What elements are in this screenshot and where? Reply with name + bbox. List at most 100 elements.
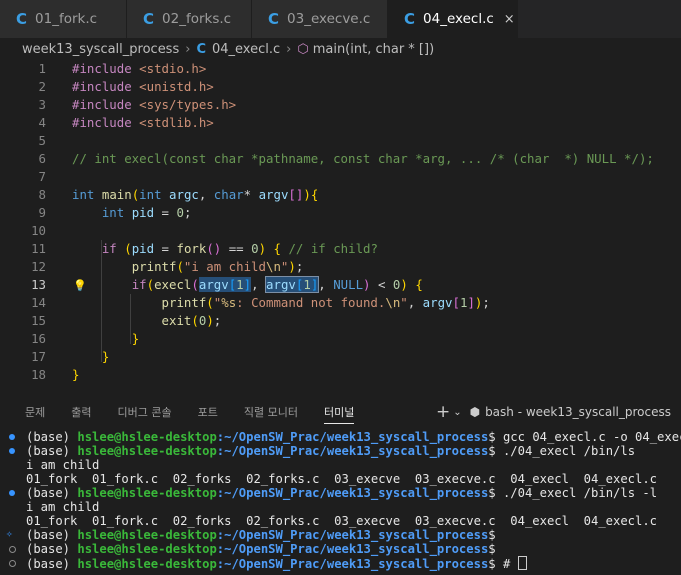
line-number: 9 <box>38 205 46 220</box>
code-line[interactable]: 14 printf("%s: Command not found.\n", ar… <box>0 294 681 312</box>
prompt-path: :~/OpenSW_Prac/week13_syscall_process <box>216 542 489 556</box>
indent-guide <box>101 240 102 362</box>
tab-label: 04_execl.c <box>423 11 494 27</box>
code-text: #include <unistd.h> <box>72 79 214 94</box>
code-line[interactable]: 7 <box>0 168 681 186</box>
command-pending-dot-icon[interactable] <box>9 546 16 553</box>
code-line[interactable]: 3 #include <sys/types.h> <box>0 96 681 114</box>
code-line[interactable]: 16 } <box>0 330 681 348</box>
terminal-line: 01_fork 01_fork.c 02_forks 02_forks.c 03… <box>0 514 681 528</box>
prompt-user: hslee@hslee-desktop <box>77 557 217 571</box>
line-number: 10 <box>31 223 46 238</box>
code-line[interactable]: 4 #include <stdlib.h> <box>0 114 681 132</box>
panel-tab[interactable]: 디버그 콘솔 <box>118 404 172 420</box>
line-number: 17 <box>31 349 46 364</box>
prompt-command: $ gcc 04_execl.c -o 04_execl <box>488 430 681 444</box>
tab-label: 02_forks.c <box>162 11 232 27</box>
code-text: #include <sys/types.h> <box>72 97 237 112</box>
command-success-dot-icon[interactable] <box>9 448 15 454</box>
line-number: 5 <box>38 133 46 148</box>
terminal-name[interactable]: bash - week13_syscall_process <box>485 405 671 419</box>
lightbulb-icon[interactable]: 💡 <box>73 277 87 295</box>
terminal-prompt: (base) hslee@hslee-desktop:~/OpenSW_Prac… <box>26 528 496 542</box>
code-line[interactable]: 17 } <box>0 348 681 366</box>
prompt-command: $ ./04_execl /bin/ls -l <box>488 486 658 500</box>
breadcrumb-folder[interactable]: week13_syscall_process <box>22 42 179 57</box>
panel-tab[interactable]: 포트 <box>198 404 218 420</box>
tab-02-forks[interactable]: C 02_forks.c <box>127 0 252 38</box>
code-editor[interactable]: 1 #include <stdio.h> 2 #include <unistd.h> 3… <box>0 60 681 390</box>
terminal-prompt: (base) hslee@hslee-desktop:~/OpenSW_Prac… <box>26 542 496 556</box>
terminal-shell-icon: ⬢ <box>469 405 481 419</box>
code-line[interactable]: 9 int pid = 0; <box>0 204 681 222</box>
prompt-user: hslee@hslee-desktop <box>77 430 217 444</box>
terminal-prompt: (base) hslee@hslee-desktop:~/OpenSW_Prac… <box>26 444 635 458</box>
terminal-prompt: (base) hslee@hslee-desktop:~/OpenSW_Prac… <box>26 556 527 571</box>
terminal-line: (base) hslee@hslee-desktop:~/OpenSW_Prac… <box>0 556 681 571</box>
prompt-path: :~/OpenSW_Prac/week13_syscall_process <box>216 557 489 571</box>
chevron-down-icon[interactable]: ⌄ <box>453 407 461 418</box>
code-text: printf("%s: Command not found.\n", argv[… <box>161 295 490 310</box>
tab-03-execve[interactable]: C 03_execve.c <box>252 0 388 38</box>
conda-env: (base) <box>26 444 78 458</box>
c-file-icon: C <box>268 10 280 28</box>
code-text: int main(int argc, char* argv[]){ <box>72 187 319 202</box>
line-number: 15 <box>31 313 46 328</box>
terminal-line: i am child <box>0 458 681 472</box>
panel-tab[interactable]: 직렬 모니터 <box>244 404 298 420</box>
code-line[interactable]: 8 int main(int argc, char* argv[]){ <box>0 186 681 204</box>
line-number: 3 <box>38 97 46 112</box>
panel-tab[interactable]: 문제 <box>25 404 45 420</box>
terminal-line: (base) hslee@hslee-desktop:~/OpenSW_Prac… <box>0 444 681 458</box>
code-text: } <box>101 349 110 364</box>
conda-env: (base) <box>26 542 78 556</box>
tab-01-fork[interactable]: C 01_fork.c <box>0 0 127 38</box>
conda-env: (base) <box>26 528 78 542</box>
conda-env: (base) <box>26 557 78 571</box>
tab-04-execl[interactable]: C 04_execl.c × <box>388 0 518 38</box>
sparkle-icon[interactable]: ✧ <box>6 527 13 541</box>
code-line[interactable]: 18} <box>0 366 681 384</box>
breadcrumb-symbol[interactable]: main(int, char * []) <box>313 42 434 57</box>
code-line[interactable]: 6 // int execl(const char *pathname, cons… <box>0 150 681 168</box>
panel-tab[interactable]: 터미널 <box>323 404 355 424</box>
prompt-path: :~/OpenSW_Prac/week13_syscall_process <box>216 486 489 500</box>
code-line[interactable]: 15 exit(0); <box>0 312 681 330</box>
code-line[interactable]: 1 #include <stdio.h> <box>0 60 681 78</box>
conda-env: (base) <box>26 486 78 500</box>
terminal-cursor <box>517 556 527 570</box>
code-line[interactable]: 2 #include <unistd.h> <box>0 78 681 96</box>
line-number: 14 <box>31 295 46 310</box>
code-line[interactable]: 11 if (pid = fork() == 0) { // if child? <box>0 240 681 258</box>
prompt-user: hslee@hslee-desktop <box>77 528 217 542</box>
line-number: 2 <box>38 79 46 94</box>
code-line[interactable]: 5 <box>0 132 681 150</box>
code-line[interactable]: 13 if(execl(argv[1], argv[1], NULL) < 0)… <box>0 276 681 294</box>
terminal-line: i am child <box>0 500 681 514</box>
line-number: 7 <box>38 169 46 184</box>
prompt-user: hslee@hslee-desktop <box>77 486 217 500</box>
command-success-dot-icon[interactable] <box>9 490 15 496</box>
chevron-right-icon: › <box>286 41 292 57</box>
command-pending-dot-icon[interactable] <box>9 560 16 567</box>
terminal-prompt: (base) hslee@hslee-desktop:~/OpenSW_Prac… <box>26 486 657 500</box>
prompt-user: hslee@hslee-desktop <box>77 444 217 458</box>
tab-label: 01_fork.c <box>35 11 98 27</box>
conda-env: (base) <box>26 430 78 444</box>
panel-tab[interactable]: 출력 <box>71 404 91 420</box>
breadcrumb: week13_syscall_process › C 04_execl.c › … <box>0 38 681 60</box>
command-success-dot-icon[interactable] <box>9 434 15 440</box>
code-line[interactable]: 12 printf("i am child\n"); <box>0 258 681 276</box>
terminal-output-text: i am child <box>26 458 100 472</box>
breadcrumb-file[interactable]: 04_execl.c <box>212 42 280 57</box>
prompt-path: :~/OpenSW_Prac/week13_syscall_process <box>216 430 489 444</box>
prompt-path: :~/OpenSW_Prac/week13_syscall_process <box>216 528 489 542</box>
prompt-command: $ <box>488 542 496 556</box>
terminal-output[interactable]: (base) hslee@hslee-desktop:~/OpenSW_Prac… <box>0 430 681 575</box>
code-line[interactable]: 10 <box>0 222 681 240</box>
terminal-output-text: 01_fork 01_fork.c 02_forks 02_forks.c 03… <box>26 472 658 486</box>
indent-guide <box>130 294 131 344</box>
add-terminal-icon[interactable]: + <box>436 402 450 422</box>
code-text: #include <stdlib.h> <box>72 115 214 130</box>
close-icon[interactable]: × <box>504 12 515 27</box>
